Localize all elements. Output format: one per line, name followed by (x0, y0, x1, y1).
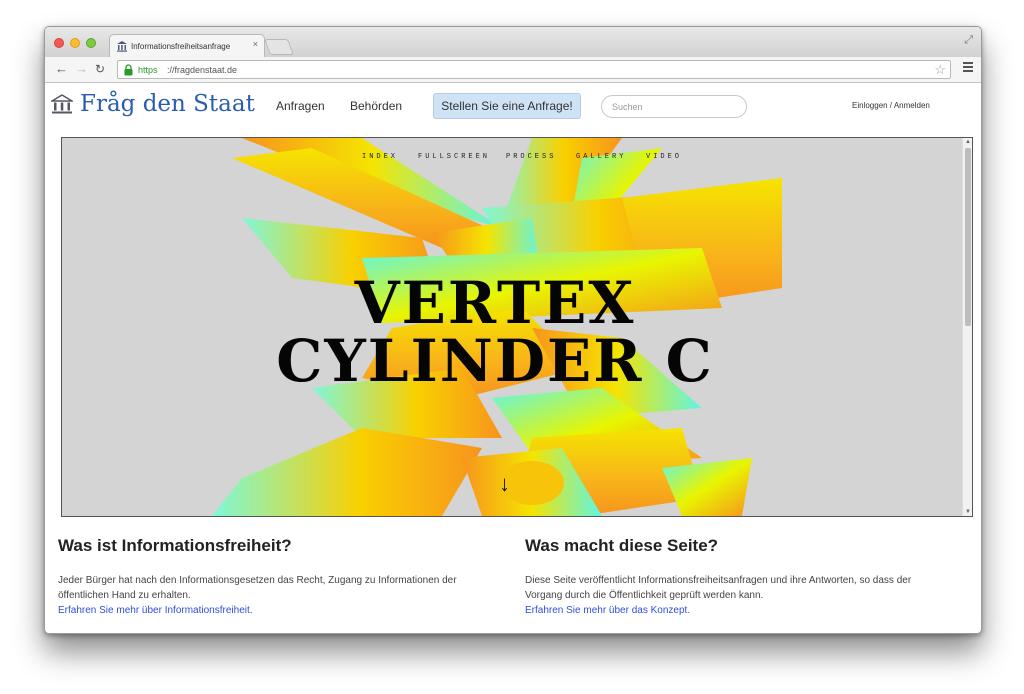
scroll-down-arrow-icon[interactable]: ↓ (499, 471, 510, 497)
info-link-right[interactable]: Erfahren Sie mehr über das Konzept. (525, 603, 945, 618)
make-request-button[interactable]: Stellen Sie eine Anfrage! (433, 93, 581, 119)
menu-icon[interactable] (963, 62, 973, 74)
browser-toolbar: ← → ↻ https ://fragdenstaat.de ☆ (45, 57, 981, 83)
window-close-button[interactable] (54, 38, 64, 48)
info-column-right: Was macht diese Seite? Diese Seite veröf… (525, 535, 945, 618)
browser-tab[interactable]: Informationsfreiheitsanfrage × (109, 34, 265, 57)
window-maximize-button[interactable] (86, 38, 96, 48)
tab-close-icon[interactable]: × (253, 39, 258, 49)
hero-scrollbar[interactable]: ▲ ▼ (962, 138, 972, 516)
forward-icon[interactable]: → (75, 61, 88, 77)
bookmark-star-icon[interactable]: ☆ (934, 62, 946, 77)
info-body-left: Jeder Bürger hat nach den Informationsge… (58, 575, 457, 601)
login-link[interactable]: Einloggen / Anmelden (852, 101, 930, 111)
scroll-up-icon[interactable]: ▲ (965, 139, 971, 145)
scroll-down-icon[interactable]: ▼ (965, 509, 971, 515)
window-minimize-button[interactable] (70, 38, 80, 48)
building-logo-icon[interactable] (51, 94, 73, 114)
tab-strip: Informationsfreiheitsanfrage × ⤢ (45, 27, 981, 57)
browser-window: Informationsfreiheitsanfrage × ⤢ ← → ↻ h… (44, 26, 982, 634)
hero-title-line2: CYLINDER C (276, 327, 714, 395)
back-icon[interactable]: ← (55, 61, 68, 77)
info-column-left: Was ist Informationsfreiheit? Jeder Bürg… (58, 535, 478, 618)
hero-scroll-thumb[interactable] (965, 148, 971, 326)
url-scheme: https (138, 65, 158, 75)
info-body-right: Diese Seite veröffentlicht Informationsf… (525, 575, 912, 601)
building-icon (117, 41, 127, 52)
hero-menu-item-fullscreen[interactable]: FULLSCREEN (418, 152, 490, 162)
hero-menu-item-process[interactable]: PROCESS (506, 152, 556, 162)
embedded-hero-frame: INDEX FULLSCREEN PROCESS GALLERY VIDEO V… (61, 137, 973, 517)
address-bar[interactable]: https ://fragdenstaat.de ☆ (117, 60, 951, 79)
hero-title-line1: VERTEX (354, 269, 636, 337)
reload-icon[interactable]: ↻ (95, 61, 105, 77)
hero-menu-item-video[interactable]: VIDEO (646, 152, 682, 162)
hero-menu-item-gallery[interactable]: GALLERY (576, 152, 626, 162)
info-heading-right: Was macht diese Seite? (525, 536, 719, 555)
search-input[interactable] (601, 95, 747, 118)
site-navbar: Fråg den Staat Anfragen Behörden Stellen… (45, 83, 981, 127)
site-logo[interactable]: Fråg den Staat (80, 90, 255, 118)
new-tab-button[interactable] (264, 39, 294, 55)
hero-menu-item-index[interactable]: INDEX (362, 152, 398, 162)
web-page: Fråg den Staat Anfragen Behörden Stellen… (45, 83, 981, 633)
nav-link-behoerden[interactable]: Behörden (350, 99, 402, 113)
hero-title: VERTEX CYLINDER C (62, 274, 928, 390)
info-link-left[interactable]: Erfahren Sie mehr über Informationsfreih… (58, 603, 478, 618)
info-heading-left: Was ist Informationsfreiheit? (58, 536, 292, 555)
nav-link-anfragen[interactable]: Anfragen (276, 99, 325, 113)
fullscreen-icon[interactable]: ⤢ (964, 34, 973, 47)
lock-icon (124, 64, 133, 76)
tab-title: Informationsfreiheitsanfrage (131, 42, 231, 51)
url-text: ://fragdenstaat.de (167, 65, 238, 75)
